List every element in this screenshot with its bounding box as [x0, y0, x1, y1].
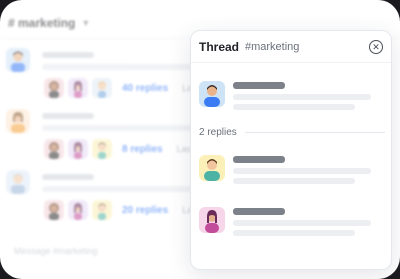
message-text-placeholder [233, 104, 355, 110]
thread-header: Thread #marketing ✕ [191, 31, 391, 63]
reply-summary[interactable]: 20 replies Last [44, 200, 199, 220]
reply-summary[interactable]: 8 replies Last [44, 139, 194, 159]
channel-message[interactable]: 8 replies Last [6, 109, 206, 169]
message-text-placeholder [233, 178, 355, 184]
replies-link[interactable]: 20 replies [122, 205, 168, 216]
author-placeholder [233, 156, 285, 163]
message-text-placeholder [233, 94, 371, 100]
message-text-placeholder [233, 168, 371, 174]
message-text-placeholder [233, 220, 371, 226]
chevron-down-icon: ▼ [81, 18, 91, 28]
avatar [68, 139, 88, 159]
channel-message[interactable]: 20 replies Last [6, 170, 206, 230]
avatar [6, 170, 30, 194]
message-text-placeholder [42, 186, 202, 192]
replies-link[interactable]: 8 replies [122, 144, 163, 155]
avatar [199, 207, 225, 233]
thread-reply[interactable] [199, 207, 385, 237]
thread-title: Thread [199, 40, 240, 54]
channel-name: # marketing [8, 16, 76, 30]
thread-parent-message[interactable] [199, 81, 385, 111]
thread-reply[interactable] [199, 155, 385, 185]
message-text-placeholder [42, 64, 202, 70]
message-text-placeholder [233, 230, 355, 236]
replies-divider: 2 replies [199, 125, 385, 139]
close-icon[interactable]: ✕ [369, 40, 383, 54]
author-placeholder [42, 174, 94, 180]
avatar [68, 78, 88, 98]
divider [244, 131, 385, 133]
avatar [6, 48, 30, 72]
message-input[interactable]: Message #marketing [14, 246, 98, 256]
thread-channel: #marketing [245, 41, 300, 53]
thread-panel: Thread #marketing ✕ 2 replies [190, 30, 392, 270]
avatar [199, 81, 225, 107]
avatar [44, 139, 64, 159]
replies-count: 2 replies [199, 126, 237, 138]
author-placeholder [233, 208, 285, 215]
avatar [44, 200, 64, 220]
avatar [6, 109, 30, 133]
author-placeholder [233, 82, 285, 89]
avatar [68, 200, 88, 220]
app-window: # marketing ▼ 40 replies L [0, 0, 400, 279]
avatar [44, 78, 64, 98]
avatar [92, 78, 112, 98]
author-placeholder [42, 52, 94, 58]
author-placeholder [42, 113, 94, 119]
reply-summary[interactable]: 40 replies Last [44, 78, 199, 98]
channel-message[interactable]: 40 replies Last [6, 48, 206, 108]
avatar [92, 139, 112, 159]
avatar [92, 200, 112, 220]
message-text-placeholder [42, 125, 202, 131]
replies-link[interactable]: 40 replies [122, 83, 168, 94]
avatar [199, 155, 225, 181]
channel-header[interactable]: # marketing ▼ [8, 14, 90, 32]
